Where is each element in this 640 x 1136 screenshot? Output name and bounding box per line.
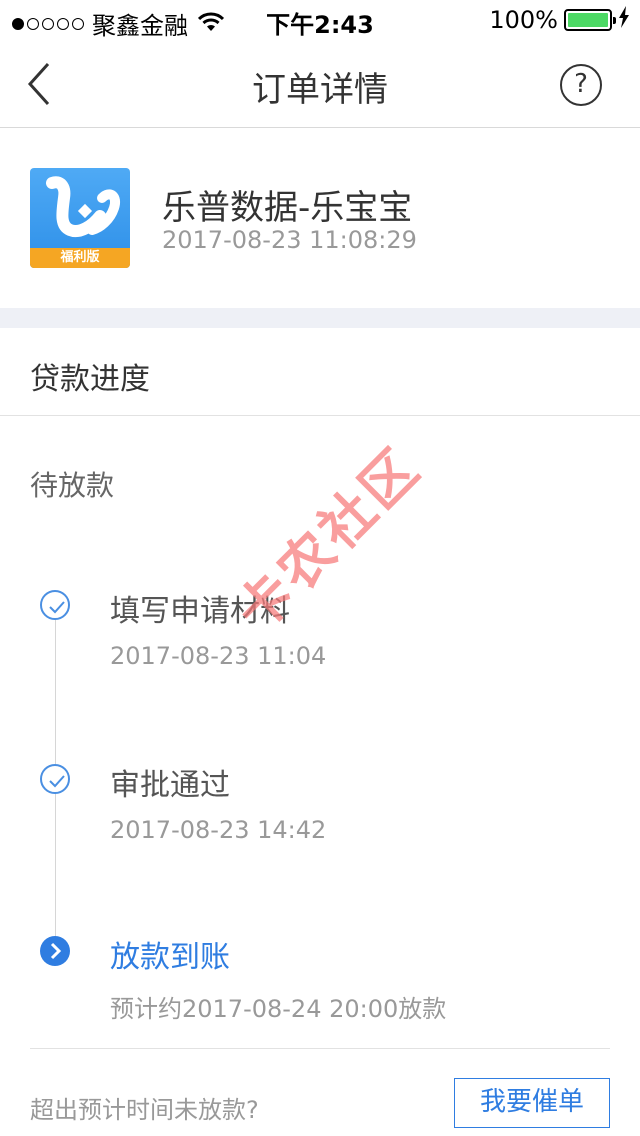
battery-group: 100% [489, 6, 630, 34]
chevron-right-circle-icon [40, 936, 70, 966]
overdue-question: 超出预计时间未放款? [30, 1096, 259, 1124]
progress-header: 贷款进度 [0, 328, 640, 416]
progress-title: 贷款进度 [30, 362, 150, 397]
step-time: 预计约2017-08-24 20:00放款 [110, 995, 447, 1023]
app-logo-icon: 福利版 [30, 168, 130, 268]
logo-mark [46, 176, 120, 237]
step-label-current: 放款到账 [110, 940, 230, 975]
step-time: 2017-08-23 11:04 [110, 642, 327, 670]
app-badge: 福利版 [30, 248, 130, 268]
product-card: 福利版 乐普数据-乐宝宝 2017-08-23 11:08:29 [0, 128, 640, 308]
battery-tip [613, 17, 616, 24]
check-circle-icon [40, 590, 70, 620]
step-time: 2017-08-23 14:42 [110, 816, 327, 844]
divider [30, 1048, 610, 1049]
section-separator [0, 308, 640, 328]
page-title: 订单详情 [252, 70, 388, 110]
watermark: 卡农社区 [224, 435, 433, 644]
charging-icon [618, 6, 630, 34]
check-circle-icon [40, 764, 70, 794]
battery-fill [568, 13, 608, 27]
loan-status: 待放款 [30, 469, 115, 502]
product-time: 2017-08-23 11:08:29 [162, 226, 417, 254]
step-label: 审批通过 [110, 768, 230, 803]
urge-order-button[interactable]: 我要催单 [454, 1078, 610, 1128]
battery-icon [564, 9, 616, 31]
help-button[interactable]: ? [560, 64, 602, 106]
nav-bar: 订单详情 ? [0, 40, 640, 128]
help-icon: ? [574, 69, 588, 99]
battery-percent: 100% [489, 6, 558, 34]
product-name: 乐普数据-乐宝宝 [162, 188, 413, 228]
status-bar: 聚鑫金融 下午2:43 100% [0, 0, 640, 40]
